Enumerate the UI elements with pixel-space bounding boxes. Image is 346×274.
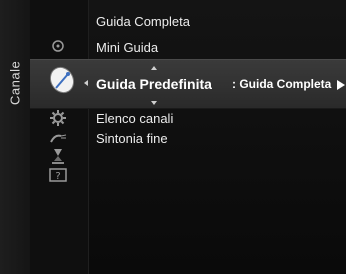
menu-item-elenco-canali[interactable]: Elenco canali	[96, 111, 173, 126]
satellite-dish-icon[interactable]	[48, 66, 78, 94]
arrow-down-icon	[151, 101, 157, 105]
menu-item-sintonia-fine[interactable]: Sintonia fine	[96, 131, 168, 146]
menu-item-guida-completa[interactable]: Guida Completa	[96, 14, 190, 29]
antenna-icon[interactable]	[46, 129, 70, 147]
menu-item-guida-predefinita[interactable]: Guida Predefinita	[96, 76, 212, 92]
svg-text:?: ?	[55, 171, 60, 182]
arrow-right-icon[interactable]	[337, 80, 345, 90]
tv-menu-screen: Canale ? Guida Completa Mini Guida Guida…	[0, 0, 346, 274]
help-icon[interactable]: ?	[46, 166, 70, 184]
category-tab: Canale	[0, 0, 31, 274]
menu-item-mini-guida[interactable]: Mini Guida	[96, 40, 158, 55]
gear-icon[interactable]	[46, 109, 70, 127]
selected-value: : Guida Completa	[232, 77, 332, 91]
hourglass-icon[interactable]	[46, 147, 70, 165]
icon-column: ?	[30, 0, 89, 274]
arrow-up-icon	[151, 66, 157, 70]
category-label: Canale	[7, 60, 23, 106]
circle-icon[interactable]	[46, 37, 70, 55]
arrow-left-icon	[84, 80, 88, 86]
